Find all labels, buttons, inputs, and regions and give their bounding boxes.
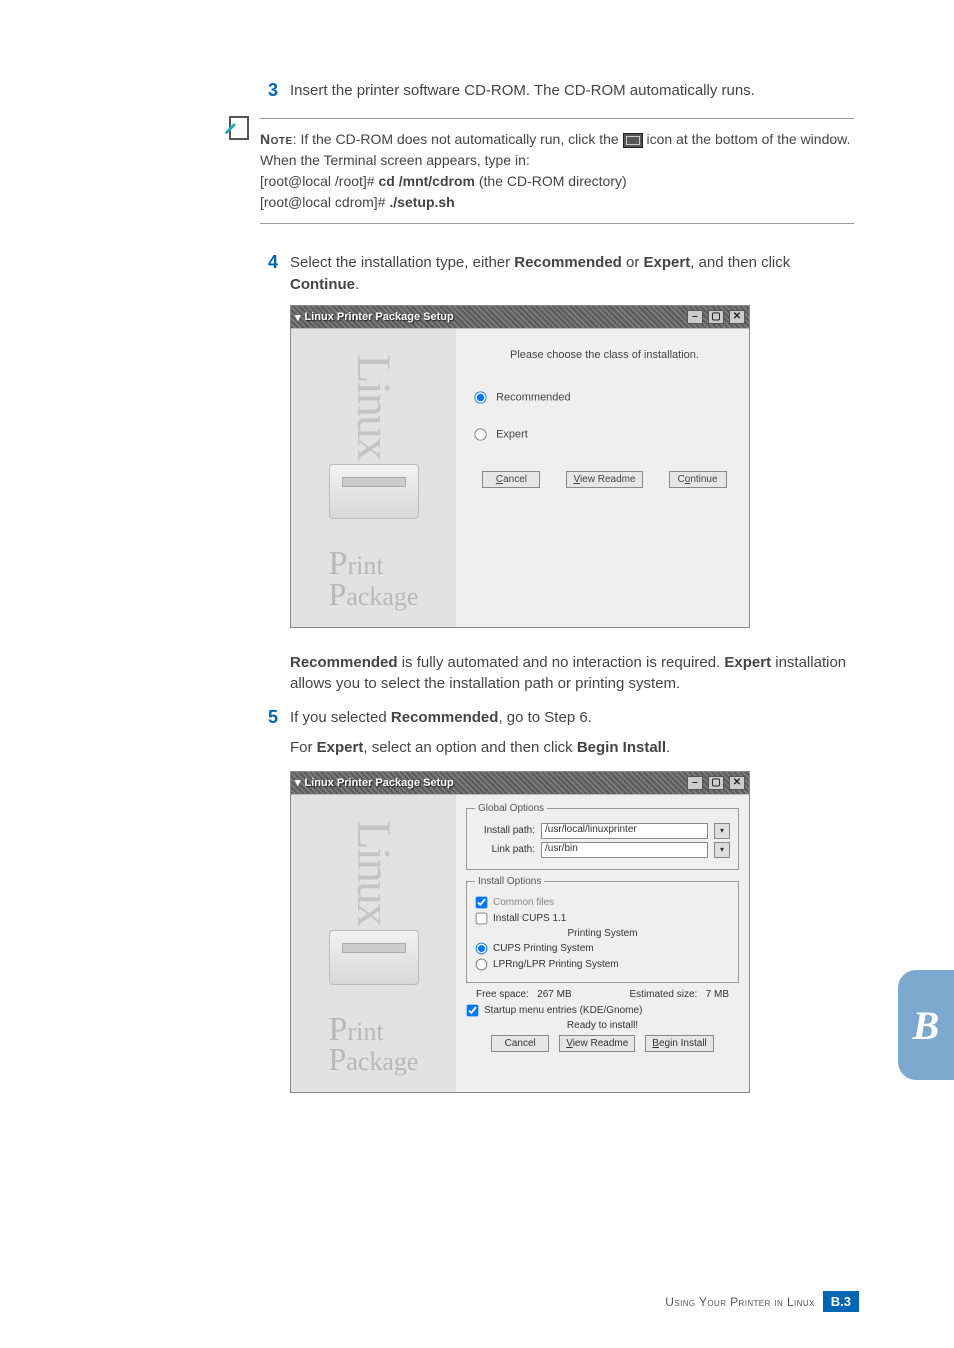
window-minimize-button[interactable]: –	[687, 310, 703, 324]
recommended-description: Recommended is fully automated and no in…	[290, 652, 854, 696]
step-4-text: Select the installation type, either Rec…	[290, 252, 854, 296]
window-title-2: Linux Printer Package Setup	[305, 777, 685, 789]
window-titlebar: ▾ Linux Printer Package Setup – ▢ ✕	[291, 306, 749, 328]
window-close-button[interactable]: ✕	[729, 310, 745, 324]
cancel-button-2[interactable]: Cancel	[491, 1035, 549, 1052]
checkbox-common-files[interactable]: Common files	[475, 896, 730, 909]
window-titlebar-2: ▾ Linux Printer Package Setup – ▢ ✕	[291, 772, 749, 794]
step-number-4: 4	[260, 252, 290, 296]
space-stats: Free space: 267 MB Estimated size: 7 MB	[466, 989, 739, 1000]
page-number-badge: B.3	[823, 1291, 859, 1312]
printer-icon	[329, 930, 419, 985]
radio-expert-input[interactable]	[474, 429, 486, 441]
step-number-5: 5	[260, 707, 290, 729]
link-path-dropdown[interactable]: ▾	[714, 842, 730, 858]
note-text: Note: If the CD-ROM does not automatical…	[260, 129, 854, 213]
radio-expert[interactable]: Expert	[474, 428, 735, 441]
radio-lprng-printing[interactable]: LPRng/LPR Printing System	[475, 958, 730, 971]
install-path-dropdown[interactable]: ▾	[714, 823, 730, 839]
window-title: Linux Printer Package Setup	[305, 311, 685, 323]
page-footer: Using Your Printer in Linux B.3	[665, 1291, 859, 1312]
footer-text: Using Your Printer in Linux	[665, 1295, 815, 1309]
printer-icon	[329, 464, 419, 519]
install-path-label: Install path:	[475, 825, 535, 836]
radio-cups-printing[interactable]: CUPS Printing System	[475, 942, 730, 955]
window-close-button[interactable]: ✕	[729, 776, 745, 790]
note-label: Note	[260, 131, 293, 147]
link-path-input[interactable]: /usr/bin	[541, 842, 708, 858]
view-readme-button-2[interactable]: View Readme	[559, 1035, 635, 1052]
note-box: Note: If the CD-ROM does not automatical…	[260, 118, 854, 224]
install-options-group: Install Options Common files Install CUP…	[466, 876, 739, 983]
install-prompt: Please choose the class of installation.	[474, 349, 735, 361]
global-options-group: Global Options Install path: /usr/local/…	[466, 803, 739, 870]
linux-logo-text: Linux	[346, 354, 401, 459]
continue-button[interactable]: Continue	[669, 471, 727, 488]
step-3: 3 Insert the printer software CD-ROM. Th…	[260, 80, 854, 102]
cancel-button[interactable]: Cancel	[482, 471, 540, 488]
linux-logo-text: Linux	[346, 820, 401, 925]
begin-install-button[interactable]: Begin Install	[645, 1035, 713, 1052]
checkbox-startup-menu[interactable]: Startup menu entries (KDE/Gnome)	[466, 1004, 739, 1017]
install-path-input[interactable]: /usr/local/linuxprinter	[541, 823, 708, 839]
radio-recommended-input[interactable]	[474, 392, 486, 404]
step-5: 5 If you selected Recommended, go to Ste…	[260, 707, 854, 729]
window-maximize-button[interactable]: ▢	[708, 310, 724, 324]
window-menu-icon[interactable]: ▾	[295, 311, 301, 324]
screenshot-expert-options: ▾ Linux Printer Package Setup – ▢ ✕ Linu…	[290, 771, 750, 1093]
package-logo-text: PrintPackage	[329, 549, 419, 608]
step-number-3: 3	[260, 80, 290, 102]
step-3-text: Insert the printer software CD-ROM. The …	[290, 80, 755, 102]
checkbox-install-cups[interactable]: Install CUPS 1.1	[475, 912, 730, 925]
section-tab: B	[898, 970, 954, 1080]
window-menu-icon[interactable]: ▾	[295, 776, 301, 789]
step-5-line1: If you selected Recommended, go to Step …	[290, 707, 592, 729]
ready-status: Ready to install!	[466, 1020, 739, 1031]
view-readme-button[interactable]: View Readme	[566, 471, 642, 488]
step-5-line2: For Expert, select an option and then cl…	[290, 737, 854, 759]
sidebar-graphic: Linux PrintPackage	[291, 329, 456, 626]
window-minimize-button[interactable]: –	[687, 776, 703, 790]
note-icon	[222, 113, 254, 145]
radio-recommended[interactable]: Recommended	[474, 391, 735, 404]
screenshot-install-type: ▾ Linux Printer Package Setup – ▢ ✕ Linu…	[290, 305, 750, 627]
terminal-icon	[623, 133, 643, 148]
sidebar-graphic-2: Linux PrintPackage	[291, 795, 456, 1092]
step-4: 4 Select the installation type, either R…	[260, 252, 854, 296]
package-logo-text: PrintPackage	[329, 1015, 419, 1074]
link-path-label: Link path:	[475, 844, 535, 855]
window-maximize-button[interactable]: ▢	[708, 776, 724, 790]
printing-system-heading: Printing System	[475, 928, 730, 939]
